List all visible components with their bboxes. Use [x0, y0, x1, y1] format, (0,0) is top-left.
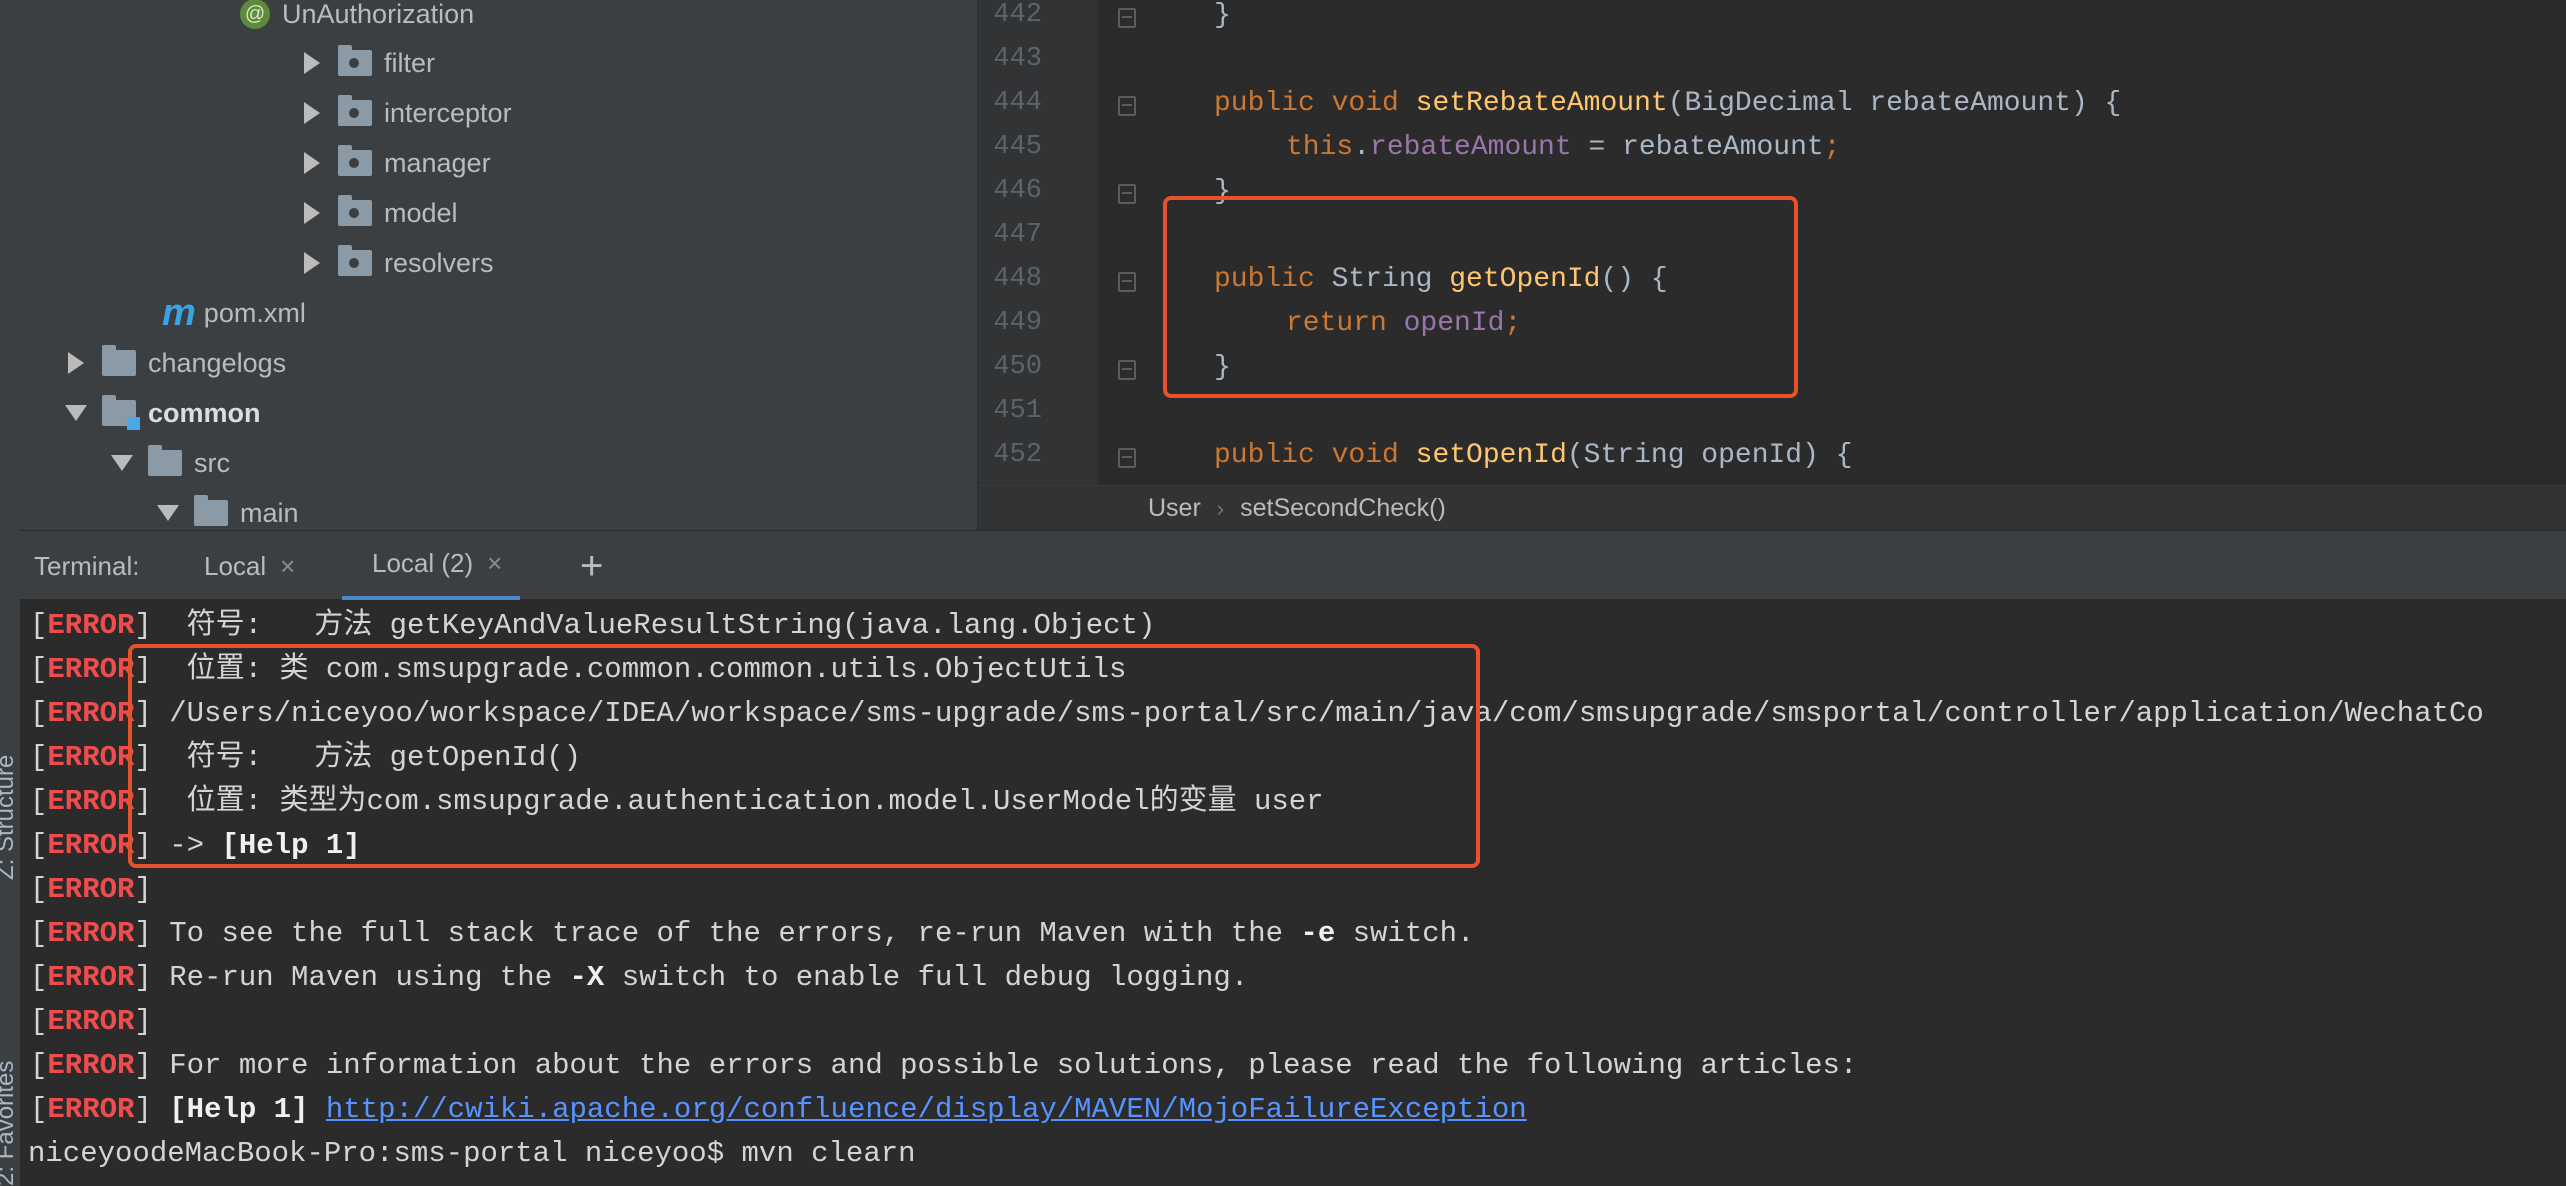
terminal-title: Terminal:	[34, 550, 140, 581]
tree-item-model[interactable]: model	[300, 189, 458, 237]
maven-icon: m	[162, 291, 196, 334]
package-folder-icon	[338, 245, 372, 276]
breadcrumb: User › setSecondCheck()	[978, 485, 2566, 531]
favorites-tool-tab[interactable]: 2: Favorites	[0, 1061, 20, 1186]
tab-local-2[interactable]: Local (2) ×	[342, 531, 521, 601]
tree-item-label: common	[148, 397, 261, 428]
collapse-arrow-icon[interactable]	[156, 501, 180, 525]
tree-item-common[interactable]: common	[64, 389, 261, 437]
fold-marker-icon[interactable]	[1118, 360, 1136, 380]
tree-item-label: resolvers	[384, 247, 494, 278]
tab-label: Local	[204, 550, 267, 581]
terminal-line: [ERROR] 符号: 方法 getKeyAndValueResultStrin…	[30, 609, 1156, 642]
tree-item-label: UnAuthorization	[282, 0, 475, 29]
code-line-442: }	[1214, 0, 1231, 31]
package-folder-icon	[338, 95, 372, 126]
package-folder-icon	[338, 45, 372, 76]
expand-arrow-icon[interactable]	[300, 151, 324, 175]
terminal-toolbar: Terminal: Local × Local (2) × +	[20, 530, 2566, 601]
close-icon[interactable]: ×	[280, 551, 295, 582]
tree-item-label: changelogs	[148, 347, 287, 378]
annotation-icon: @	[240, 0, 270, 29]
terminal-line: [ERROR]	[30, 873, 152, 906]
expand-arrow-icon[interactable]	[300, 101, 324, 125]
line-number: 451	[993, 396, 1042, 426]
collapse-arrow-icon[interactable]	[110, 451, 134, 475]
line-number: 452	[993, 440, 1042, 470]
terminal-line: [ERROR] [Help 1] http://cwiki.apache.org…	[30, 1093, 1527, 1126]
tree-item-label: pom.xml	[203, 297, 306, 328]
tree-item-main[interactable]: main	[156, 489, 299, 530]
terminal-line: [ERROR]	[30, 1005, 152, 1038]
line-number: 443	[993, 44, 1042, 74]
code-highlight-box	[1163, 196, 1798, 398]
tree-item-resolvers[interactable]: resolvers	[300, 239, 494, 287]
tree-item-label: filter	[384, 47, 436, 78]
tree-item-unauthorization[interactable]: @ UnAuthorization	[240, 0, 474, 38]
tree-item-label: src	[194, 447, 230, 478]
terminal-line: [ERROR] For more information about the e…	[30, 1049, 1858, 1082]
code-line-444: public void setRebateAmount(BigDecimal r…	[1214, 88, 2122, 119]
terminal-line: [ERROR] Re-run Maven using the -X switch…	[30, 961, 1249, 994]
tab-label: Local (2)	[372, 548, 474, 578]
line-number: 446	[993, 176, 1042, 206]
package-folder-icon	[338, 195, 372, 226]
terminal-line: [ERROR] To see the full stack trace of t…	[30, 917, 1475, 950]
line-number: 445	[993, 132, 1042, 162]
line-number: 444	[993, 88, 1042, 118]
tree-item-label: manager	[384, 147, 491, 178]
line-number: 450	[993, 352, 1042, 382]
tree-item-src[interactable]: src	[110, 439, 230, 487]
terminal-prompt: niceyoodeMacBook-Pro:sms-portal niceyoo$…	[28, 1137, 916, 1170]
breadcrumb-method[interactable]: setSecondCheck()	[1240, 494, 1446, 523]
tree-item-changelogs[interactable]: changelogs	[64, 339, 286, 387]
fold-marker-icon[interactable]	[1118, 184, 1136, 204]
tree-item-pom-xml[interactable]: m pom.xml	[162, 289, 306, 337]
tool-window-strip: Z: Structure 2: Favorites	[0, 0, 21, 1186]
folder-icon	[194, 495, 228, 526]
fold-marker-icon[interactable]	[1118, 96, 1136, 116]
structure-tool-tab[interactable]: Z: Structure	[0, 755, 20, 880]
code-line-452: public void setOpenId(String openId) {	[1214, 440, 1853, 471]
close-icon[interactable]: ×	[487, 548, 502, 579]
tree-item-label: interceptor	[384, 97, 512, 128]
fold-marker-icon[interactable]	[1118, 8, 1136, 28]
terminal-highlight-box	[128, 644, 1480, 868]
breadcrumb-separator: ›	[1216, 495, 1225, 521]
expand-arrow-icon[interactable]	[300, 251, 324, 275]
maven-help-link[interactable]: http://cwiki.apache.org/confluence/displ…	[326, 1093, 1527, 1126]
new-terminal-plus-icon[interactable]: +	[580, 531, 603, 601]
fold-marker-icon[interactable]	[1118, 448, 1136, 468]
fold-marker-icon[interactable]	[1118, 272, 1136, 292]
folder-icon	[102, 345, 136, 376]
tree-item-filter[interactable]: filter	[300, 39, 435, 87]
tree-item-manager[interactable]: manager	[300, 139, 491, 187]
tree-item-label: model	[384, 197, 458, 228]
module-folder-icon	[102, 395, 140, 430]
expand-arrow-icon[interactable]	[300, 201, 324, 225]
folder-icon	[148, 445, 182, 476]
package-folder-icon	[338, 145, 372, 176]
code-line-445: this.rebateAmount = rebateAmount;	[1286, 132, 1841, 163]
tab-local[interactable]: Local ×	[204, 531, 295, 601]
collapse-arrow-icon[interactable]	[64, 401, 88, 425]
line-number: 449	[993, 308, 1042, 338]
tree-item-label: main	[240, 497, 299, 528]
project-tree: @ UnAuthorization filter interceptor man…	[20, 0, 977, 530]
expand-arrow-icon[interactable]	[300, 51, 324, 75]
breadcrumb-class[interactable]: User	[1148, 494, 1201, 523]
line-number: 447	[993, 220, 1042, 250]
expand-arrow-icon[interactable]	[64, 351, 88, 375]
line-number: 442	[993, 0, 1042, 30]
line-number: 448	[993, 264, 1042, 294]
tree-item-interceptor[interactable]: interceptor	[300, 89, 512, 137]
